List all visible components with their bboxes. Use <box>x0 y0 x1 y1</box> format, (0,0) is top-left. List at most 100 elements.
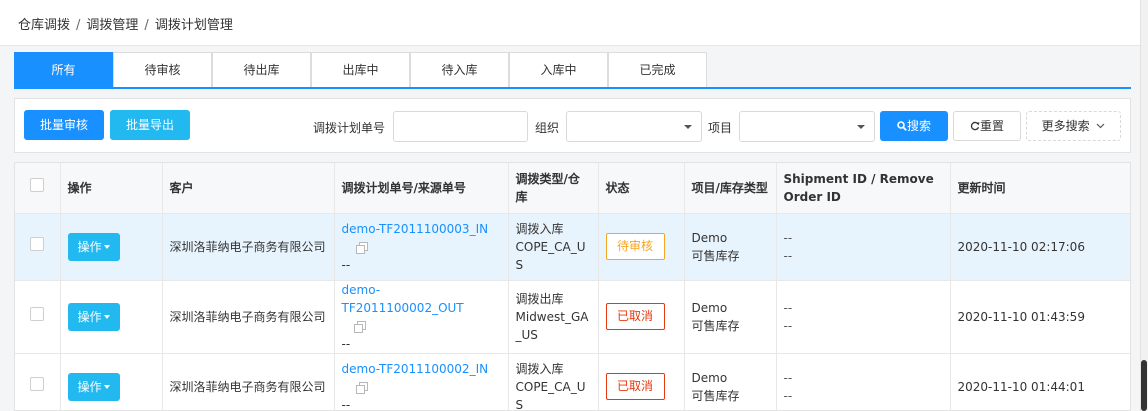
col-header-actions: 操作 <box>60 163 163 214</box>
tab-completed[interactable]: 已完成 <box>608 52 707 87</box>
project-select[interactable] <box>739 111 875 142</box>
project-name: Demo <box>691 370 728 385</box>
plan-no-cell: demo-TF2011100002_OUT -- <box>334 280 509 354</box>
plan-no-label: 调拨计划单号 <box>313 121 386 135</box>
row-actions-label: 操作 <box>77 309 102 324</box>
row-checkbox[interactable] <box>30 307 45 321</box>
remove-order-id: -- <box>783 388 793 403</box>
breadcrumb: 仓库调拨 / 调拨管理 / 调拨计划管理 <box>18 14 233 33</box>
row-actions-dropdown[interactable]: 操作 <box>67 372 120 401</box>
remove-order-id: -- <box>783 248 793 263</box>
breadcrumb-item-warehouse-transfer[interactable]: 仓库调拨 <box>18 18 70 33</box>
caret-down-icon <box>857 125 865 129</box>
copy-icon[interactable] <box>355 381 368 394</box>
org-select[interactable] <box>566 111 702 142</box>
status-badge: 已取消 <box>605 373 665 400</box>
row-actions-dropdown[interactable]: 操作 <box>67 302 120 331</box>
project-stock-cell: Demo 可售库存 <box>684 213 777 281</box>
col-header-type-warehouse: 调拨类型/仓库 <box>508 163 599 214</box>
more-search-button[interactable]: 更多搜索 <box>1026 111 1121 141</box>
updated-cell: 2020-11-10 02:17:06 <box>950 213 1130 281</box>
select-all-checkbox[interactable] <box>30 178 45 193</box>
page-header: 仓库调拨 / 调拨管理 / 调拨计划管理 <box>0 0 1140 46</box>
table-header-row: 操作 客户 调拨计划单号/来源单号 调拨类型/仓库 状态 项目/库存类型 Shi… <box>15 163 1130 214</box>
plan-no-link[interactable]: demo-TF2011100002_IN <box>342 362 489 376</box>
project-name: Demo <box>691 300 728 315</box>
col-header-shipment-id: Shipment ID / Remove Order ID <box>776 163 951 214</box>
project-stock-cell: Demo 可售库存 <box>684 280 777 354</box>
plan-no-input[interactable] <box>393 111 528 142</box>
customer-cell: 深圳洛菲纳电子商务有限公司 <box>162 213 335 281</box>
status-tabs: 所有 待审核 待出库 出库中 待入库 入库中 已完成 <box>14 52 1131 89</box>
plan-no-link[interactable]: demo-TF2011100003_IN <box>342 222 489 236</box>
actions-cell: 操作 <box>60 213 163 281</box>
chevron-down-icon <box>1096 123 1105 129</box>
row-actions-label: 操作 <box>77 239 102 254</box>
status-cell: 待审核 <box>598 213 685 281</box>
row-checkbox-cell <box>15 353 61 410</box>
type-warehouse-cell: 调拨出库 Midwest_GA_US <box>508 280 599 354</box>
actions-cell: 操作 <box>60 280 163 354</box>
updated-cell: 2020-11-10 01:44:01 <box>950 353 1130 410</box>
caret-down-icon <box>103 245 110 249</box>
copy-icon[interactable] <box>355 241 368 254</box>
col-header-project-stock: 项目/库存类型 <box>684 163 777 214</box>
row-actions-dropdown[interactable]: 操作 <box>67 232 120 261</box>
refresh-icon <box>970 121 980 131</box>
plan-no-link[interactable]: demo-TF2011100002_OUT <box>342 283 464 315</box>
col-header-plan-no: 调拨计划单号/来源单号 <box>334 163 509 214</box>
col-header-status: 状态 <box>598 163 685 214</box>
caret-down-icon <box>684 125 692 129</box>
shipment-cell: -- -- <box>776 213 951 281</box>
scrollbar-thumb[interactable] <box>1141 360 1147 411</box>
tab-inbounding[interactable]: 入库中 <box>509 52 608 87</box>
vertical-scrollbar[interactable] <box>1140 0 1148 411</box>
project-stock-cell: Demo 可售库存 <box>684 353 777 410</box>
copy-icon[interactable] <box>353 320 366 333</box>
search-icon <box>897 121 907 131</box>
stock-type: 可售库存 <box>691 388 740 403</box>
shipment-cell: -- -- <box>776 353 951 410</box>
shipment-id: -- <box>783 230 793 245</box>
stock-type: 可售库存 <box>691 318 740 333</box>
tab-pending-review[interactable]: 待审核 <box>113 52 212 87</box>
updated-cell: 2020-11-10 01:43:59 <box>950 280 1130 354</box>
source-no: -- <box>341 257 351 272</box>
breadcrumb-item-transfer-management[interactable]: 调拨管理 <box>86 18 138 33</box>
batch-export-button[interactable]: 批量导出 <box>110 110 190 140</box>
status-cell: 已取消 <box>598 280 685 354</box>
breadcrumb-item-transfer-plan-management: 调拨计划管理 <box>154 18 233 33</box>
row-checkbox[interactable] <box>30 377 45 391</box>
caret-down-icon <box>103 315 110 319</box>
tab-outbounding[interactable]: 出库中 <box>311 52 410 87</box>
table-row: 操作 深圳洛菲纳电子商务有限公司 demo-TF2011100002_OUT -… <box>15 280 1130 354</box>
col-header-updated: 更新时间 <box>950 163 1130 214</box>
type-warehouse-cell: 调拨入库 COPE_CA_US <box>508 213 599 281</box>
tab-pending-outbound[interactable]: 待出库 <box>212 52 311 87</box>
source-no: -- <box>341 397 351 411</box>
customer-cell: 深圳洛菲纳电子商务有限公司 <box>162 280 335 354</box>
batch-review-button[interactable]: 批量审核 <box>24 110 104 140</box>
status-badge: 待审核 <box>605 233 665 260</box>
tab-all[interactable]: 所有 <box>14 52 113 88</box>
more-search-label: 更多搜索 <box>1041 119 1090 133</box>
transfer-type: 调拨入库 <box>515 361 564 376</box>
project-label: 项目 <box>708 121 733 135</box>
tab-pending-inbound[interactable]: 待入库 <box>410 52 509 87</box>
org-label: 组织 <box>535 121 560 135</box>
reset-button[interactable]: 重置 <box>953 111 1021 141</box>
select-all-checkbox-cell <box>15 163 61 214</box>
plan-no-cell: demo-TF2011100003_IN -- <box>334 213 509 281</box>
search-button-label: 搜索 <box>906 119 931 133</box>
transfer-type: 调拨入库 <box>515 221 564 236</box>
customer-cell: 深圳洛菲纳电子商务有限公司 <box>162 353 335 410</box>
plan-no-cell: demo-TF2011100002_IN -- <box>334 353 509 411</box>
table-row: 操作 深圳洛菲纳电子商务有限公司 demo-TF2011100002_IN --… <box>15 353 1130 411</box>
row-checkbox[interactable] <box>30 237 45 251</box>
transfer-plan-table: 操作 客户 调拨计划单号/来源单号 调拨类型/仓库 状态 项目/库存类型 Shi… <box>14 162 1131 411</box>
shipment-id: -- <box>783 370 793 385</box>
breadcrumb-separator: / <box>76 18 81 33</box>
search-button[interactable]: 搜索 <box>880 111 948 141</box>
warehouse: Midwest_GA_US <box>515 309 589 342</box>
row-actions-label: 操作 <box>77 379 102 394</box>
